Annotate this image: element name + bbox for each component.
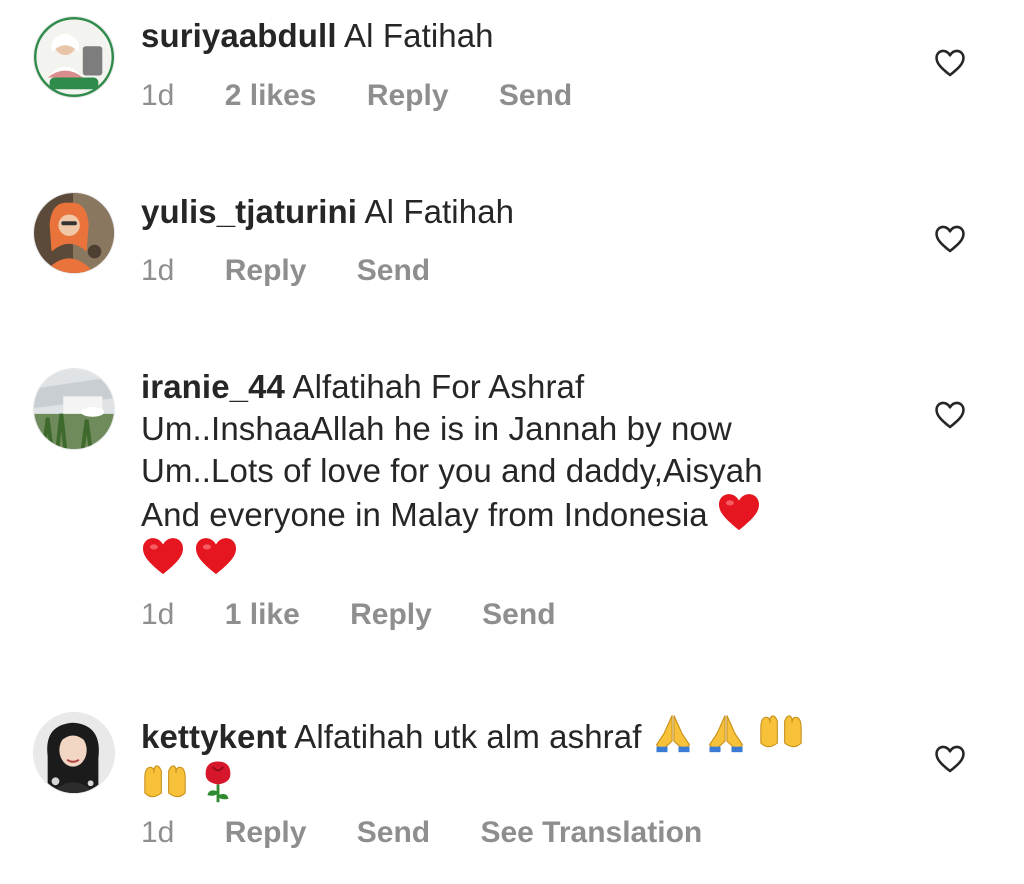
reply-button[interactable]: Reply (350, 597, 432, 633)
avatar[interactable] (33, 192, 115, 274)
likes-count[interactable]: 2 likes (225, 78, 317, 114)
heart-outline-icon[interactable] (933, 398, 967, 432)
reply-button[interactable]: Reply (225, 253, 307, 289)
comment-body-line: And everyone in Malay from Indonesia (141, 496, 708, 533)
send-button[interactable]: Send (357, 253, 430, 289)
comment-text: yulis_tjaturini Al Fatihah (141, 191, 901, 233)
username[interactable]: iranie_44 (141, 368, 285, 405)
red-heart-emoji (194, 536, 238, 576)
comment-body-line: Um..Lots of love for you and daddy,Aisya… (141, 452, 763, 489)
avatar[interactable] (33, 368, 115, 450)
folded-hands-emoji (704, 710, 748, 754)
comment-text: kettykent Alfatihah utk alm ashraf (141, 710, 901, 808)
reply-button[interactable]: Reply (225, 815, 307, 851)
username[interactable]: kettykent (141, 718, 287, 755)
rose-emoji (198, 758, 238, 804)
comment-meta: 1d Reply Send See Translation (141, 815, 744, 851)
username[interactable]: suriyaabdull (141, 17, 337, 54)
red-heart-emoji (141, 536, 185, 576)
comment-meta: 1d 1 like Reply Send (141, 597, 598, 633)
comment-body-line: Um..InshaaAllah he is in Jannah by now (141, 410, 732, 447)
see-translation-button[interactable]: See Translation (480, 815, 702, 851)
raising-hands-emoji (141, 760, 189, 804)
raising-hands-emoji (757, 710, 805, 754)
comment-meta: 1d Reply Send (141, 253, 472, 289)
likes-count[interactable]: 1 like (225, 597, 300, 633)
timestamp: 1d (141, 79, 175, 112)
comment-body-line: Alfatihah For Ashraf (292, 368, 585, 405)
username[interactable]: yulis_tjaturini (141, 193, 357, 230)
heart-outline-icon[interactable] (933, 46, 967, 80)
heart-outline-icon[interactable] (933, 222, 967, 256)
send-button[interactable]: Send (499, 78, 572, 114)
timestamp: 1d (141, 816, 175, 849)
folded-hands-emoji (651, 710, 695, 754)
red-heart-emoji (717, 492, 761, 532)
reply-button[interactable]: Reply (367, 78, 449, 114)
send-button[interactable]: Send (357, 815, 430, 851)
heart-outline-icon[interactable] (933, 742, 967, 776)
comment-text: iranie_44 Alfatihah For Ashraf Um..Insha… (141, 366, 901, 580)
avatar[interactable] (33, 16, 115, 98)
avatar[interactable] (33, 712, 115, 794)
send-button[interactable]: Send (482, 597, 555, 633)
comment-body: Al Fatihah (344, 17, 494, 54)
timestamp: 1d (141, 254, 175, 287)
timestamp: 1d (141, 598, 175, 631)
comment-body: Alfatihah utk alm ashraf (294, 718, 642, 755)
comment-meta: 1d 2 likes Reply Send (141, 78, 614, 114)
comment-body: Al Fatihah (364, 193, 515, 230)
comment-text: suriyaabdull Al Fatihah (141, 15, 901, 57)
